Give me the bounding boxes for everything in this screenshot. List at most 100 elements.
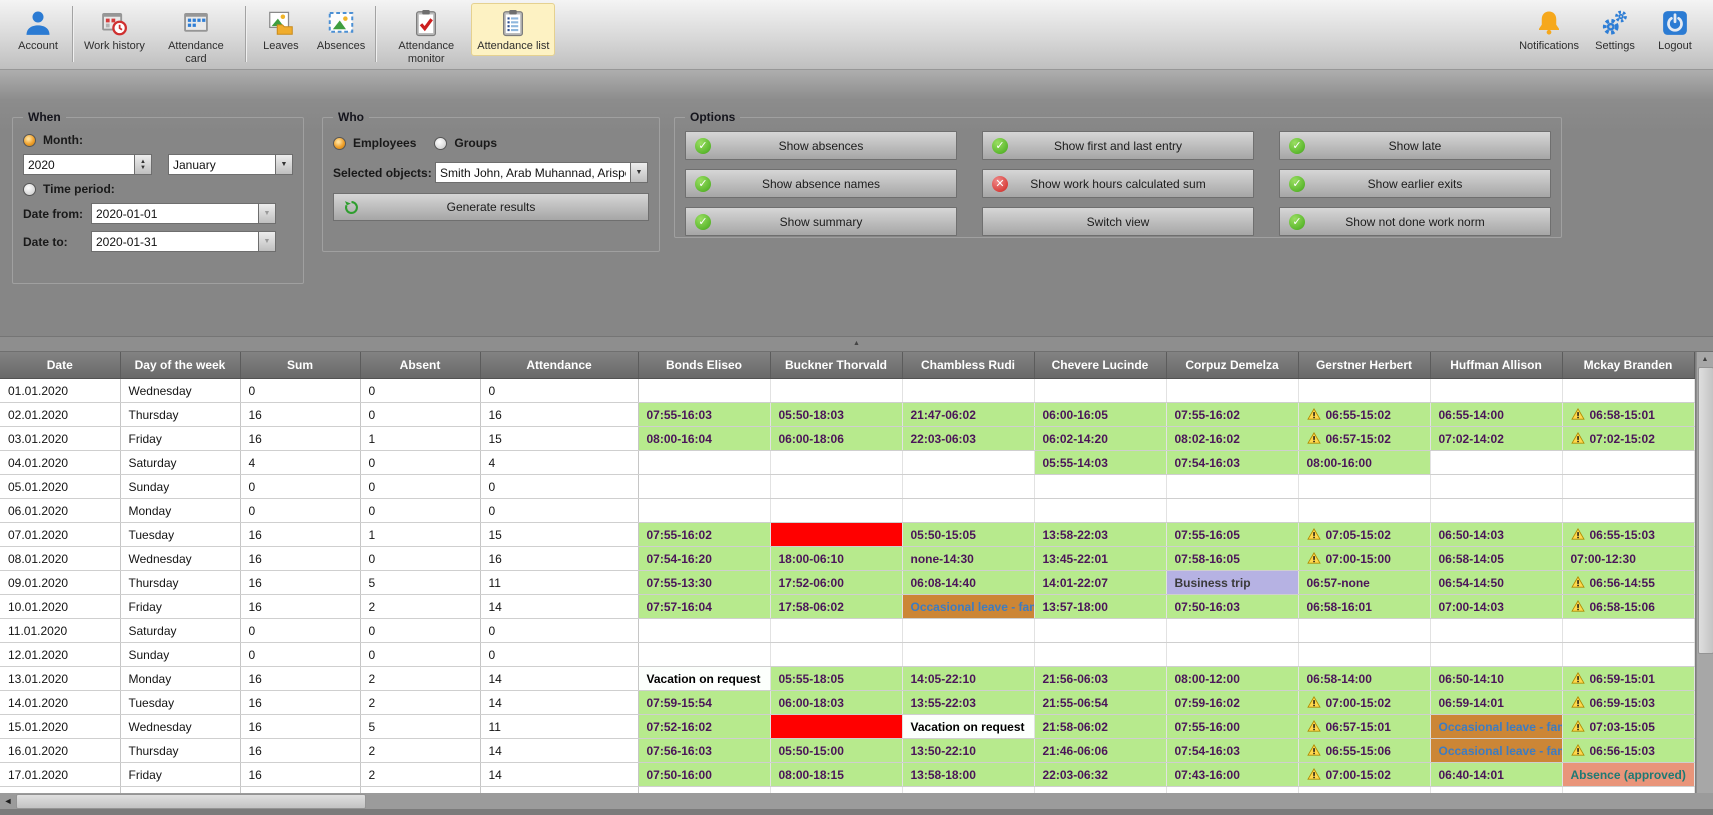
entry-cell-time[interactable]: 07:05-15:02 (1298, 523, 1430, 547)
entry-cell-time[interactable]: 21:55-06:54 (1034, 691, 1166, 715)
entry-cell-empty[interactable] (638, 475, 770, 499)
entry-cell-time[interactable]: 21:47-06:02 (902, 403, 1034, 427)
option-button-show-absence-names[interactable]: ✓Show absence names (685, 169, 957, 198)
entry-cell-time[interactable]: 08:00-16:00 (1298, 451, 1430, 475)
entry-cell-time[interactable]: 06:58-16:01 (1298, 595, 1430, 619)
entry-cell-time[interactable]: 13:45-22:01 (1034, 547, 1166, 571)
option-button-show-summary[interactable]: ✓Show summary (685, 207, 957, 236)
entry-cell-time[interactable]: 07:50-16:00 (638, 763, 770, 787)
entry-cell-empty[interactable] (1166, 379, 1298, 403)
employee-column-header[interactable]: Mckay Branden (1562, 352, 1694, 379)
chevron-down-icon[interactable]: ▼ (276, 154, 293, 175)
entry-cell-empty[interactable] (638, 643, 770, 667)
toolbar-work-history-button[interactable]: Work history (78, 3, 151, 56)
entry-cell-empty[interactable] (770, 643, 902, 667)
entry-cell-time[interactable]: 07:57-16:04 (638, 595, 770, 619)
vertical-scrollbar-thumb[interactable] (1698, 367, 1713, 654)
entry-cell-time[interactable]: 07:00-14:03 (1430, 595, 1562, 619)
entry-cell-empty[interactable] (1430, 499, 1562, 523)
table-row[interactable]: 15.01.2020Wednesday1651107:52-16:02Vacat… (0, 715, 1694, 739)
entry-cell-time[interactable]: 13:57-18:00 (1034, 595, 1166, 619)
entry-cell-time[interactable]: 07:02-15:02 (1562, 427, 1694, 451)
entry-cell-empty[interactable] (902, 379, 1034, 403)
entry-cell-empty[interactable] (902, 451, 1034, 475)
employee-column-header[interactable]: Corpuz Demelza (1166, 352, 1298, 379)
entry-cell-empty[interactable] (1034, 499, 1166, 523)
entry-cell-time[interactable]: 07:55-16:00 (1166, 715, 1298, 739)
table-row[interactable]: 13.01.2020Monday16214Vacation on request… (0, 667, 1694, 691)
date-to-input[interactable] (91, 231, 259, 252)
entry-cell-time[interactable]: 07:02-14:02 (1430, 427, 1562, 451)
entry-cell-leave[interactable]: Occasional leave - fam (902, 595, 1034, 619)
column-header[interactable]: Day of the week (120, 352, 240, 379)
entry-cell-empty[interactable] (1034, 619, 1166, 643)
selected-objects-input[interactable] (435, 162, 631, 183)
entry-cell-time[interactable]: 06:00-18:03 (770, 691, 902, 715)
entry-cell-empty[interactable] (1034, 475, 1166, 499)
employee-column-header[interactable]: Huffman Allison (1430, 352, 1562, 379)
option-button-show-first-and-last-entry[interactable]: ✓Show first and last entry (982, 131, 1254, 160)
entry-cell-time[interactable]: 06:58-15:01 (1562, 403, 1694, 427)
entry-cell-empty[interactable] (1166, 643, 1298, 667)
entry-cell-time[interactable]: 08:00-12:00 (1166, 667, 1298, 691)
entry-cell-time[interactable]: 07:00-12:30 (1562, 547, 1694, 571)
table-row[interactable]: 08.01.2020Wednesday1601607:54-16:2018:00… (0, 547, 1694, 571)
entry-cell-leave[interactable]: Occasional leave - fam (1430, 715, 1562, 739)
entry-cell-time[interactable]: 06:57-15:01 (1298, 715, 1430, 739)
month-radio[interactable] (23, 134, 36, 147)
entry-cell-time[interactable]: 07:58-16:05 (1166, 547, 1298, 571)
entry-cell-empty[interactable] (902, 499, 1034, 523)
entry-cell-empty[interactable] (638, 379, 770, 403)
entry-cell-empty[interactable] (902, 619, 1034, 643)
chevron-down-icon[interactable]: ▼ (631, 162, 648, 183)
entry-cell-time[interactable]: 13:58-18:00 (902, 763, 1034, 787)
toolbar-notifications-button[interactable]: Notifications (1513, 3, 1585, 56)
entry-cell-absence[interactable]: Absence (approved) (1562, 763, 1694, 787)
column-header[interactable]: Attendance (480, 352, 638, 379)
entry-cell-time[interactable]: 07:55-16:05 (1166, 523, 1298, 547)
entry-cell-time[interactable]: 07:56-16:03 (638, 739, 770, 763)
entry-cell-time[interactable]: 07:55-16:02 (1166, 403, 1298, 427)
entry-cell-empty[interactable] (638, 499, 770, 523)
entry-cell-time[interactable]: 06:57-15:02 (1298, 427, 1430, 451)
entry-cell-time[interactable]: 08:00-18:15 (770, 763, 902, 787)
entry-cell-empty[interactable] (770, 451, 902, 475)
generate-results-button[interactable]: Generate results (333, 193, 649, 221)
entry-cell-time[interactable]: 06:56-14:55 (1562, 571, 1694, 595)
entry-cell-time[interactable]: 14:05-22:10 (902, 667, 1034, 691)
vertical-scrollbar[interactable]: ▲ (1696, 352, 1713, 793)
employee-column-header[interactable]: Chevere Lucinde (1034, 352, 1166, 379)
entry-cell-trip[interactable]: Business trip (1166, 571, 1298, 595)
entry-cell-empty[interactable] (1298, 499, 1430, 523)
table-row[interactable]: 02.01.2020Thursday1601607:55-16:0305:50-… (0, 403, 1694, 427)
entry-cell-time[interactable]: 07:00-15:02 (1298, 691, 1430, 715)
entry-cell-time[interactable]: 18:00-06:10 (770, 547, 902, 571)
entry-cell-time[interactable]: 06:50-14:10 (1430, 667, 1562, 691)
column-header[interactable]: Absent (360, 352, 480, 379)
groups-radio[interactable] (434, 137, 447, 150)
entry-cell-empty[interactable] (770, 619, 902, 643)
scroll-left-arrow-icon[interactable]: ◄ (0, 793, 16, 809)
table-row[interactable]: 06.01.2020Monday000 (0, 499, 1694, 523)
entry-cell-time[interactable]: 07:43-16:00 (1166, 763, 1298, 787)
entry-cell-time[interactable]: 13:50-22:10 (902, 739, 1034, 763)
toolbar-attendance-list-button[interactable]: Attendance list (471, 3, 555, 56)
table-row[interactable]: 04.01.2020Saturday40405:55-14:0307:54-16… (0, 451, 1694, 475)
entry-cell-empty[interactable] (1298, 643, 1430, 667)
entry-cell-time[interactable]: 21:58-06:02 (1034, 715, 1166, 739)
horizontal-scrollbar-thumb[interactable] (16, 794, 366, 809)
entry-cell-empty[interactable] (1430, 451, 1562, 475)
entry-cell-time[interactable]: 22:03-06:03 (902, 427, 1034, 451)
entry-cell-time[interactable]: 07:59-15:54 (638, 691, 770, 715)
entry-cell-empty[interactable] (1298, 475, 1430, 499)
entry-cell-time[interactable]: 13:55-22:03 (902, 691, 1034, 715)
entry-cell-empty[interactable] (1562, 619, 1694, 643)
entry-cell-empty[interactable] (1562, 379, 1694, 403)
entry-cell-empty[interactable] (1298, 379, 1430, 403)
entry-cell-empty[interactable] (1562, 499, 1694, 523)
column-header[interactable]: Date (0, 352, 120, 379)
entry-cell-empty[interactable] (902, 475, 1034, 499)
entry-cell-time[interactable]: 06:40-14:01 (1430, 763, 1562, 787)
entry-cell-time[interactable]: 06:56-15:03 (1562, 739, 1694, 763)
option-button-show-work-hours-calculated-sum[interactable]: ✕Show work hours calculated sum (982, 169, 1254, 198)
